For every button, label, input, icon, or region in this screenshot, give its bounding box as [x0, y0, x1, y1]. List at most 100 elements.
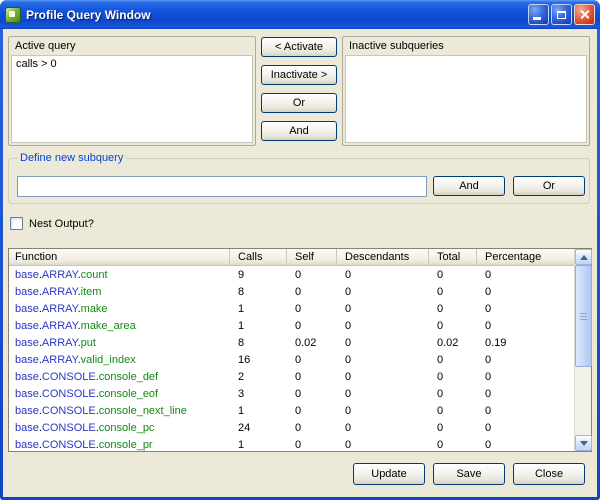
maximize-button[interactable]: [551, 4, 572, 25]
calls-cell: 1: [230, 439, 287, 451]
close-window-button[interactable]: Close: [513, 463, 585, 485]
percentage-cell: 0.19: [477, 337, 574, 349]
function-cell: base.ARRAY.valid_index: [9, 354, 230, 366]
maximize-icon: [557, 11, 566, 19]
col-header-descendants[interactable]: Descendants: [337, 249, 429, 265]
scrollbar-thumb[interactable]: [575, 265, 592, 367]
update-button[interactable]: Update: [353, 463, 425, 485]
minimize-button[interactable]: [528, 4, 549, 25]
active-query-panel: Active query calls > 0: [8, 36, 256, 146]
table-row[interactable]: base.CONSOLE.console_pr10000: [9, 436, 574, 451]
descendants-cell: 0: [337, 439, 429, 451]
col-header-self[interactable]: Self: [287, 249, 337, 265]
total-cell: 0: [429, 439, 477, 451]
subquery-and-button[interactable]: And: [433, 176, 505, 196]
scroll-down-button[interactable]: [575, 435, 592, 451]
self-cell: 0: [287, 286, 337, 298]
descendants-cell: 0: [337, 337, 429, 349]
function-cell: base.ARRAY.make_area: [9, 320, 230, 332]
nest-output-checkbox[interactable]: [10, 217, 23, 230]
function-cell: base.CONSOLE.console_pr: [9, 439, 230, 451]
define-subquery-group: Define new subquery And Or: [8, 158, 590, 204]
percentage-cell: 0: [477, 269, 574, 281]
function-cell: base.ARRAY.put: [9, 337, 230, 349]
save-button[interactable]: Save: [433, 463, 505, 485]
subquery-input[interactable]: [17, 176, 427, 197]
self-cell: 0: [287, 388, 337, 400]
close-button[interactable]: [574, 4, 595, 25]
calls-cell: 1: [230, 405, 287, 417]
inactivate-button[interactable]: Inactivate >: [261, 65, 337, 85]
percentage-cell: 0: [477, 422, 574, 434]
minimize-icon: [533, 17, 541, 20]
subquery-or-button[interactable]: Or: [513, 176, 585, 196]
total-cell: 0.02: [429, 337, 477, 349]
self-cell: 0.02: [287, 337, 337, 349]
percentage-cell: 0: [477, 320, 574, 332]
chevron-up-icon: [580, 255, 588, 260]
window-controls: [528, 4, 595, 25]
table-row[interactable]: base.ARRAY.item80000: [9, 283, 574, 300]
total-cell: 0: [429, 320, 477, 332]
table-header: Function Calls Self Descendants Total Pe…: [9, 249, 574, 266]
table-row[interactable]: base.CONSOLE.console_next_line10000: [9, 402, 574, 419]
self-cell: 0: [287, 354, 337, 366]
table-row[interactable]: base.ARRAY.put80.0200.020.19: [9, 334, 574, 351]
table-row[interactable]: base.ARRAY.count90000: [9, 266, 574, 283]
close-icon: [579, 9, 590, 20]
nest-output-row[interactable]: Nest Output?: [10, 217, 94, 230]
function-cell: base.CONSOLE.console_pc: [9, 422, 230, 434]
calls-cell: 2: [230, 371, 287, 383]
or-button[interactable]: Or: [261, 93, 337, 113]
calls-cell: 1: [230, 320, 287, 332]
activate-button[interactable]: < Activate: [261, 37, 337, 57]
title-bar[interactable]: Profile Query Window: [0, 0, 600, 29]
percentage-cell: 0: [477, 439, 574, 451]
active-query-item[interactable]: calls > 0: [12, 56, 252, 72]
self-cell: 0: [287, 439, 337, 451]
scroll-up-button[interactable]: [575, 249, 592, 265]
descendants-cell: 0: [337, 371, 429, 383]
total-cell: 0: [429, 354, 477, 366]
function-cell: base.ARRAY.item: [9, 286, 230, 298]
col-header-total[interactable]: Total: [429, 249, 477, 265]
col-header-calls[interactable]: Calls: [230, 249, 287, 265]
inactive-subqueries-list[interactable]: [345, 55, 587, 143]
table-row[interactable]: base.ARRAY.make_area10000: [9, 317, 574, 334]
self-cell: 0: [287, 320, 337, 332]
client-area: Active query calls > 0 < Activate Inacti…: [3, 29, 597, 497]
calls-cell: 3: [230, 388, 287, 400]
percentage-cell: 0: [477, 371, 574, 383]
descendants-cell: 0: [337, 269, 429, 281]
inactive-subqueries-label: Inactive subqueries: [343, 37, 589, 54]
descendants-cell: 0: [337, 286, 429, 298]
calls-cell: 24: [230, 422, 287, 434]
table-row[interactable]: base.CONSOLE.console_def20000: [9, 368, 574, 385]
active-query-list[interactable]: calls > 0: [11, 55, 253, 143]
calls-cell: 1: [230, 303, 287, 315]
table-body: base.ARRAY.count90000base.ARRAY.item8000…: [9, 266, 574, 451]
percentage-cell: 0: [477, 405, 574, 417]
nest-output-label[interactable]: Nest Output?: [29, 218, 94, 230]
col-header-percentage[interactable]: Percentage: [477, 249, 574, 265]
total-cell: 0: [429, 422, 477, 434]
self-cell: 0: [287, 371, 337, 383]
table-row[interactable]: base.ARRAY.make10000: [9, 300, 574, 317]
profile-query-window: Profile Query Window Active query calls …: [0, 0, 600, 500]
self-cell: 0: [287, 405, 337, 417]
table-row[interactable]: base.CONSOLE.console_eof30000: [9, 385, 574, 402]
function-cell: base.ARRAY.count: [9, 269, 230, 281]
col-header-function[interactable]: Function: [9, 249, 230, 265]
table-row[interactable]: base.ARRAY.valid_index160000: [9, 351, 574, 368]
percentage-cell: 0: [477, 354, 574, 366]
table-row[interactable]: base.CONSOLE.console_pc240000: [9, 419, 574, 436]
total-cell: 0: [429, 286, 477, 298]
percentage-cell: 0: [477, 303, 574, 315]
vertical-scrollbar[interactable]: [574, 249, 591, 451]
total-cell: 0: [429, 303, 477, 315]
function-cell: base.CONSOLE.console_eof: [9, 388, 230, 400]
total-cell: 0: [429, 388, 477, 400]
total-cell: 0: [429, 371, 477, 383]
app-icon: [5, 7, 21, 23]
and-button[interactable]: And: [261, 121, 337, 141]
